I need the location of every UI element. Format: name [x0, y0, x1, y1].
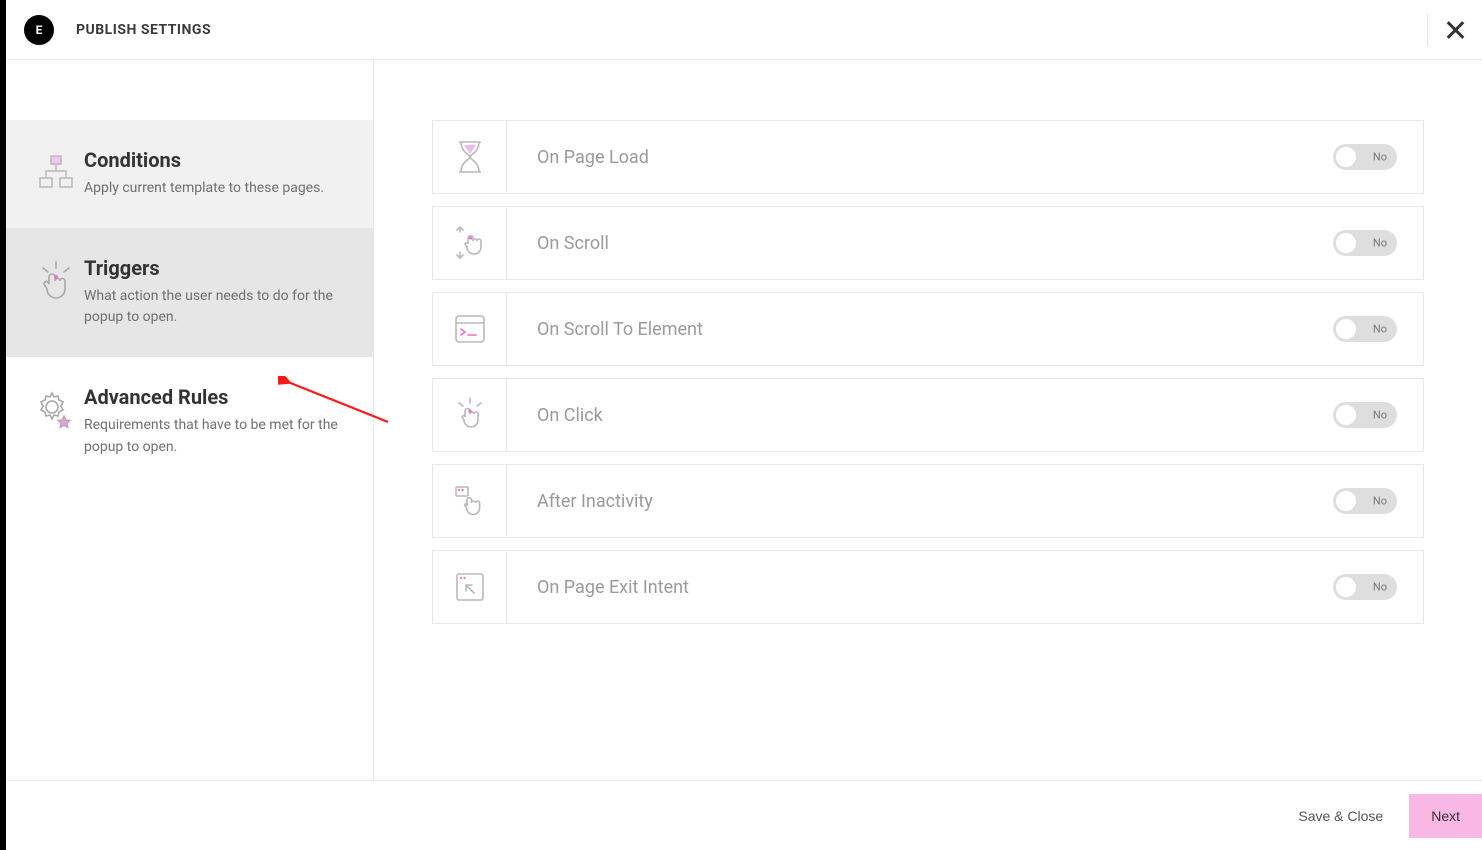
toggle-on-click[interactable]: No [1333, 402, 1397, 428]
sidebar-item-desc: Apply current template to these pages. [84, 178, 345, 200]
header-divider [1427, 14, 1428, 46]
header-bar: E PUBLISH SETTINGS [6, 0, 1482, 60]
toggle-state-label: No [1373, 581, 1387, 594]
toggle-on-page-exit-intent[interactable]: No [1333, 574, 1397, 600]
trigger-row-on-scroll[interactable]: On Scroll No [432, 206, 1424, 280]
trigger-label: On Page Exit Intent [507, 577, 1333, 598]
hierarchy-icon [28, 148, 84, 192]
logo-text: E [36, 23, 43, 37]
sidebar-item-triggers[interactable]: Triggers What action the user needs to d… [6, 228, 373, 357]
exit-window-icon [433, 551, 507, 623]
toggle-knob [1336, 147, 1356, 167]
close-icon[interactable] [1444, 19, 1466, 41]
toggle-knob [1336, 577, 1356, 597]
trigger-label: After Inactivity [507, 491, 1333, 512]
trigger-label: On Click [507, 405, 1333, 426]
terminal-window-icon [433, 293, 507, 365]
trigger-label: On Scroll To Element [507, 319, 1333, 340]
sidebar-item-desc: What action the user needs to do for the… [84, 286, 345, 329]
toggle-knob [1336, 405, 1356, 425]
hourglass-icon [433, 121, 507, 193]
next-button[interactable]: Next [1409, 794, 1482, 838]
toggle-state-label: No [1373, 323, 1387, 336]
elementor-logo-icon: E [24, 15, 54, 45]
sidebar: Conditions Apply current template to the… [6, 60, 374, 780]
sidebar-item-title: Advanced Rules [84, 385, 345, 409]
page-title: PUBLISH SETTINGS [76, 22, 211, 38]
toggle-knob [1336, 233, 1356, 253]
save-close-button[interactable]: Save & Close [1272, 798, 1409, 834]
toggle-after-inactivity[interactable]: No [1333, 488, 1397, 514]
click-icon [28, 256, 84, 304]
inactive-hand-icon [433, 465, 507, 537]
toggle-state-label: No [1373, 495, 1387, 508]
scroll-icon [433, 207, 507, 279]
trigger-row-on-page-load[interactable]: On Page Load No [432, 120, 1424, 194]
sidebar-item-title: Triggers [84, 256, 345, 280]
trigger-row-on-page-exit-intent[interactable]: On Page Exit Intent No [432, 550, 1424, 624]
toggle-on-scroll-to-element[interactable]: No [1333, 316, 1397, 342]
trigger-label: On Page Load [507, 147, 1333, 168]
toggle-on-scroll[interactable]: No [1333, 230, 1397, 256]
toggle-state-label: No [1373, 237, 1387, 250]
sidebar-item-desc: Requirements that have to be met for the… [84, 415, 345, 458]
trigger-row-on-scroll-to-element[interactable]: On Scroll To Element No [432, 292, 1424, 366]
main-panel: On Page Load No On Scroll No [374, 60, 1482, 780]
sidebar-item-advanced-rules[interactable]: Advanced Rules Requirements that have to… [6, 357, 373, 486]
trigger-label: On Scroll [507, 233, 1333, 254]
toggle-knob [1336, 319, 1356, 339]
click-icon [433, 379, 507, 451]
toggle-state-label: No [1373, 409, 1387, 422]
toggle-on-page-load[interactable]: No [1333, 144, 1397, 170]
toggle-state-label: No [1373, 151, 1387, 164]
sidebar-item-title: Conditions [84, 148, 345, 172]
sidebar-item-conditions[interactable]: Conditions Apply current template to the… [6, 120, 373, 228]
trigger-row-on-click[interactable]: On Click No [432, 378, 1424, 452]
gear-star-icon [28, 385, 84, 433]
toggle-knob [1336, 491, 1356, 511]
footer-bar: Save & Close Next [6, 780, 1482, 850]
trigger-row-after-inactivity[interactable]: After Inactivity No [432, 464, 1424, 538]
